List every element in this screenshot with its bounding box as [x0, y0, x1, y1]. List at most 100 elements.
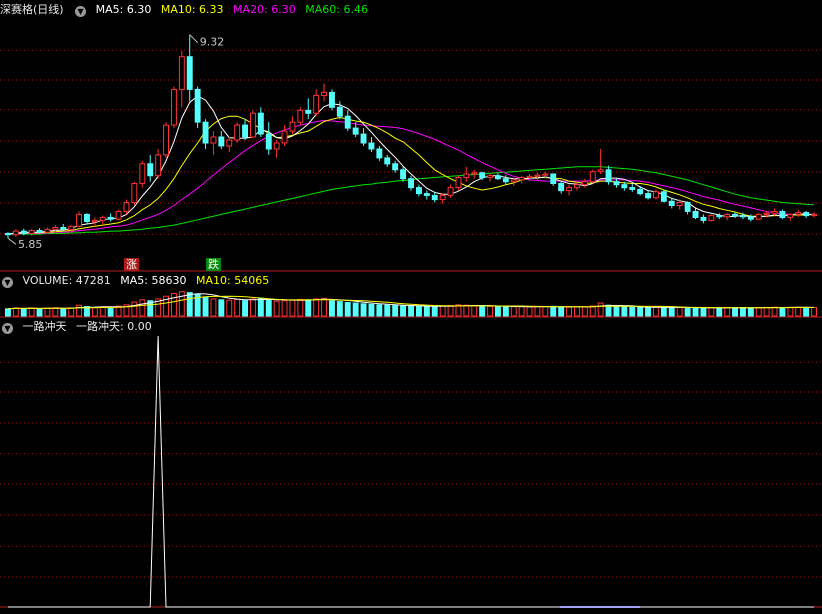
candle — [589, 171, 596, 183]
candle — [439, 194, 446, 201]
candle — [416, 187, 422, 195]
volume-bar — [376, 304, 383, 317]
volume-bar — [242, 300, 249, 317]
candle — [186, 56, 193, 90]
volume-bar — [463, 304, 470, 317]
candle — [210, 136, 217, 144]
candle — [178, 56, 185, 90]
price-header: 深赛格(日线) ▼ MA5: 6.30 MA10: 6.33 MA20: 6.3… — [0, 2, 374, 18]
volume-bar — [265, 299, 272, 317]
candle — [344, 115, 351, 129]
volume-bar — [289, 299, 296, 317]
volume-bar — [668, 307, 675, 317]
volume-ma10-label: MA10: — [196, 274, 231, 287]
stock-chart-canvas[interactable]: 9.32 5.85 — [0, 0, 822, 614]
volume-bar — [313, 298, 320, 317]
indicator-header: ▼ 一路冲天 一路冲天: 0.00 — [0, 319, 158, 335]
volume-value: 47281 — [75, 274, 111, 287]
ma5-indicator: MA5: 6.30 — [96, 3, 152, 16]
volume-bar — [131, 301, 138, 317]
candle — [431, 194, 438, 201]
volume-bar — [732, 307, 738, 317]
candle — [708, 215, 715, 221]
indicator-series-value: 0.00 — [127, 320, 152, 333]
volume-bar — [763, 306, 770, 317]
candle — [645, 193, 651, 199]
candle — [12, 230, 19, 236]
volume-bar — [455, 304, 462, 317]
volume-bar — [28, 307, 35, 317]
collapse-icon[interactable]: ▼ — [2, 323, 13, 334]
candle — [676, 202, 683, 206]
candle — [155, 154, 162, 177]
volume-ma5-label: MA5: — [120, 274, 149, 287]
volume-bar — [36, 308, 43, 317]
candle — [755, 213, 762, 220]
volume-bar — [336, 301, 343, 317]
candle — [234, 124, 241, 141]
volume-bar — [581, 306, 588, 317]
volume-bar — [210, 298, 217, 317]
ma10-label: MA10: — [160, 3, 196, 16]
volume-bar — [510, 306, 517, 317]
ma20-indicator: MA20: 6.30 — [233, 3, 296, 16]
volume-bar — [811, 307, 817, 317]
candle — [700, 216, 707, 221]
candle — [115, 211, 122, 220]
volume-bar — [384, 304, 391, 317]
candle — [147, 163, 154, 177]
volume-bar — [740, 307, 746, 317]
candle — [724, 213, 731, 218]
low-pointer — [7, 237, 17, 245]
candle — [811, 213, 817, 217]
volume-bar — [558, 306, 565, 317]
ma10-value: 6.33 — [199, 3, 224, 16]
volume-bar — [68, 307, 75, 317]
candle — [329, 91, 335, 108]
volume-bar — [518, 306, 525, 317]
candle — [250, 112, 256, 138]
volume-bar — [273, 300, 280, 317]
candle — [60, 227, 67, 230]
candle — [771, 211, 778, 214]
candle — [289, 121, 296, 132]
volume-bar — [60, 307, 67, 317]
volume-bar — [234, 298, 241, 317]
ma20-label: MA20: — [233, 3, 268, 16]
high-pointer — [189, 34, 199, 44]
collapse-icon[interactable]: ▼ — [2, 277, 13, 288]
volume-bar — [226, 299, 233, 317]
volume-bar — [52, 307, 59, 317]
candle — [471, 172, 478, 175]
volume-bar — [629, 306, 636, 317]
volume-bar — [716, 307, 723, 317]
collapse-icon[interactable]: ▼ — [75, 6, 87, 17]
volume-bar — [724, 307, 731, 317]
volume-bar — [613, 306, 620, 317]
volume-bar — [439, 305, 446, 317]
volume-bar — [12, 307, 19, 317]
candle — [629, 187, 636, 190]
low-label: 5.85 — [18, 238, 42, 251]
candle — [297, 109, 304, 123]
candle — [68, 225, 75, 230]
volume-bar — [502, 306, 509, 317]
candle — [91, 219, 98, 223]
candle — [194, 88, 201, 123]
candle — [273, 142, 280, 150]
indicator-series-label: 一路冲天: — [76, 320, 124, 333]
volume-bar — [795, 306, 802, 317]
candle — [779, 211, 786, 218]
candle — [5, 233, 11, 236]
volume-bar — [747, 307, 754, 317]
candle — [637, 188, 644, 195]
volume-ma10-indicator: MA10: 54065 — [196, 274, 269, 287]
candle — [534, 174, 541, 177]
candle — [740, 215, 746, 218]
volume-bar — [660, 306, 667, 317]
volume-bar — [297, 298, 304, 317]
volume-bar — [186, 292, 193, 317]
candle — [321, 91, 328, 96]
volume-bar — [321, 297, 328, 317]
volume-bar — [305, 299, 312, 317]
